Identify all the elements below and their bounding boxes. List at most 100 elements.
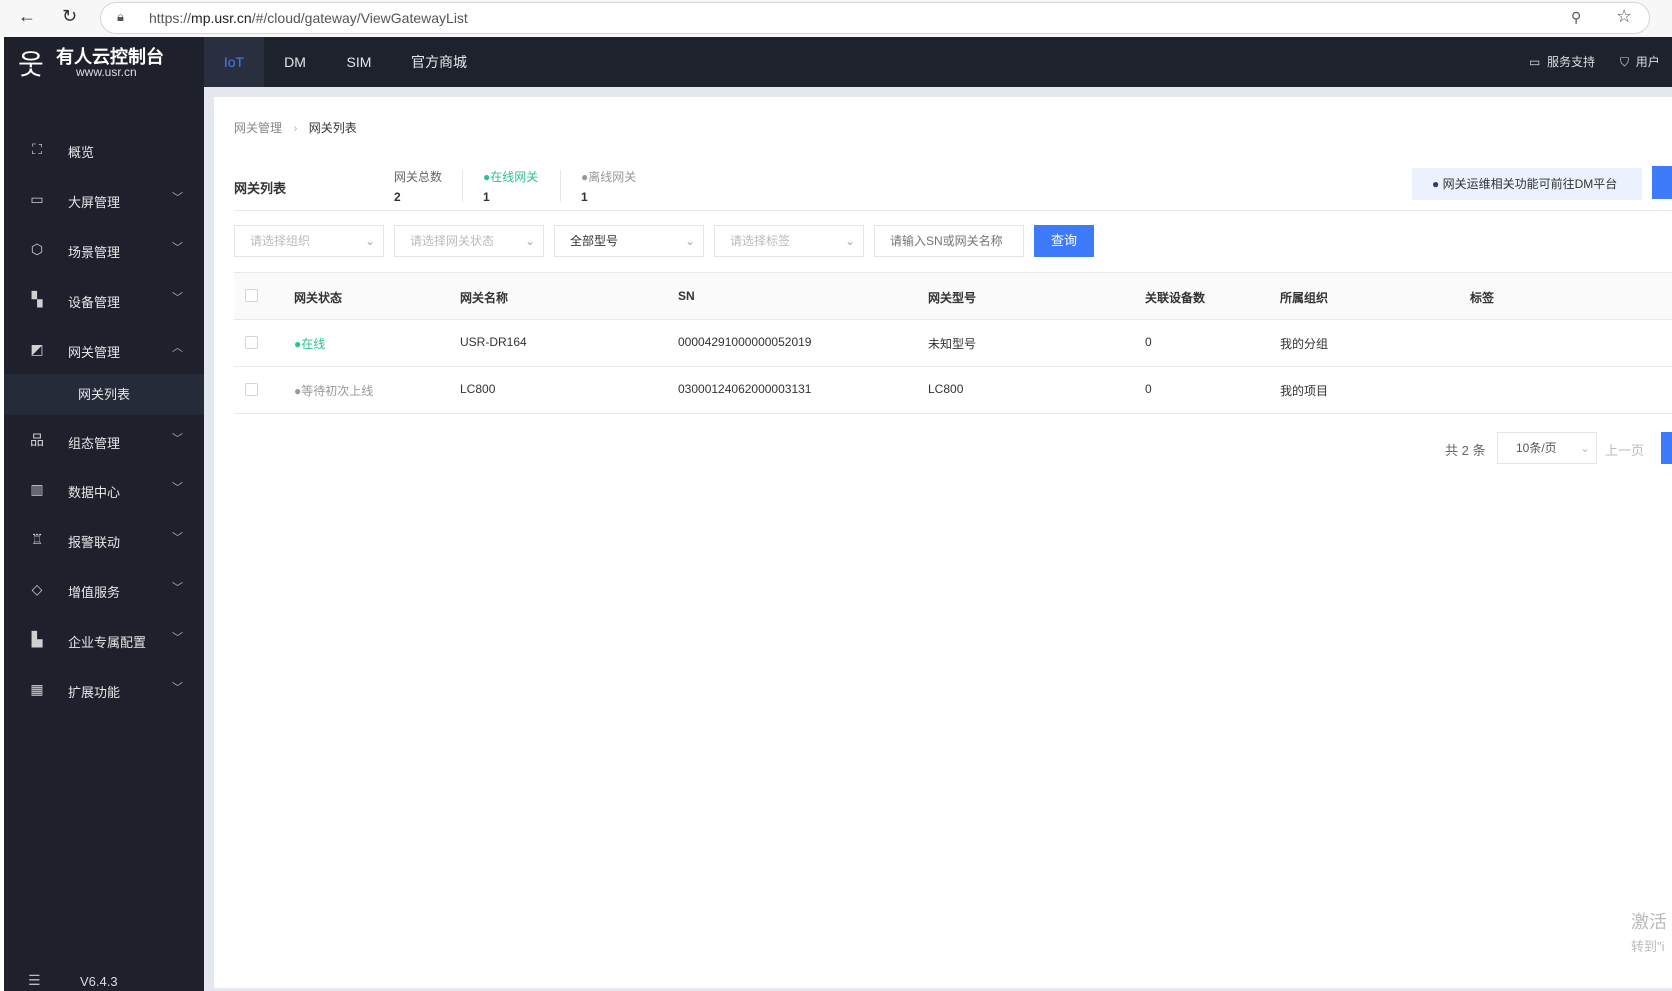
sidebar-item-3[interactable]: ▚ 设备管理 ﹀ (4, 277, 204, 323)
prev-page-button[interactable]: 上一页 (1605, 440, 1644, 459)
divider (462, 170, 463, 202)
row-checkbox[interactable] (245, 383, 258, 396)
sidebar-item-gateway-list[interactable]: 网关列表 (4, 374, 204, 415)
search-input[interactable] (874, 225, 1024, 257)
sidebar-item-7[interactable]: ♖ 报警联动 ﹀ (4, 517, 204, 563)
alarm-icon: ♖ (30, 531, 44, 547)
status-cell: ●在线 (294, 335, 325, 352)
info-icon: ● (1432, 177, 1440, 191)
sidebar-item-label: 网关管理 (68, 345, 121, 360)
stat-offline-value: 1 (581, 190, 588, 204)
sn-cell: 00004291000000052019 (678, 335, 812, 349)
chevron-down-icon: ⌄ (844, 234, 855, 248)
apps-icon: ▦ (30, 681, 44, 697)
browser-bar: ← ↻ 🔒︎ https://mp.usr.cn/#/cloud/gateway… (0, 0, 1672, 37)
sidebar-item-1[interactable]: ▭ 大屏管理 ﹀ (4, 177, 204, 223)
tab-dm[interactable]: DM (264, 37, 326, 87)
page-title: 网关列表 (234, 181, 287, 196)
sidebar-item-10[interactable]: ▦ 扩展功能 ﹀ (4, 667, 204, 713)
name-cell: LC800 (460, 382, 496, 396)
query-button[interactable]: 查询 (1034, 225, 1094, 257)
notice-text: 网关运维相关功能可前往DM平台 (1442, 177, 1618, 191)
row-checkbox[interactable] (245, 336, 258, 349)
watermark-line1: 激活 (1631, 912, 1667, 932)
sidebar-item-9[interactable]: ▙ 企业专属配置 ﹀ (4, 617, 204, 663)
user-link[interactable]: ⛉ 用户 (1620, 53, 1660, 70)
col-devices: 关联设备数 (1145, 291, 1206, 305)
status-text: 等待初次上线 (301, 384, 374, 398)
support-link[interactable]: ▭ 服务支持 (1529, 53, 1595, 70)
breadcrumb-separator-icon: › (293, 121, 298, 135)
monitor-icon: ▭ (30, 191, 44, 207)
chat-icon: ▭ (1529, 55, 1541, 69)
tab-label: 官方商城 (411, 54, 467, 70)
add-gateway-button[interactable] (1652, 166, 1672, 199)
scan-icon: ⛶ (32, 141, 42, 157)
chevron-down-icon: ﹀ (172, 192, 183, 204)
lock-icon[interactable]: 🔒︎ (117, 9, 124, 25)
tab-label: SIM (346, 54, 372, 70)
status-text: 在线 (301, 337, 326, 351)
top-nav: IoT DM SIM 官方商城 ▭ 服务支持 ⛉ 用户 (204, 37, 1672, 87)
building-icon: ▙ (31, 631, 43, 647)
tab-sim[interactable]: SIM (328, 37, 390, 87)
status-placeholder: 请选择网关状态 (410, 234, 495, 248)
tab-store[interactable]: 官方商城 (404, 37, 474, 87)
url-path: /#/cloud/gateway/ViewGatewayList (251, 10, 468, 26)
sidebar-item-8[interactable]: ◇ 增值服务 ﹀ (4, 567, 204, 613)
org-placeholder: 请选择组织 (250, 234, 311, 248)
col-model: 网关型号 (928, 291, 977, 305)
chevron-down-icon: ⌄ (524, 234, 535, 248)
sidebar-item-2[interactable]: ⬡ 场景管理 ﹀ (4, 227, 204, 273)
tab-iot[interactable]: IoT (204, 37, 264, 87)
model-select[interactable]: 全部型号 ⌄ (554, 225, 704, 257)
stat-online-label: 在线网关 (490, 170, 539, 184)
sidebar-item-label: 扩展功能 (68, 685, 121, 700)
chevron-down-icon: ﹀ (172, 682, 183, 694)
stat-offline-label: 离线网关 (588, 170, 637, 184)
chevron-down-icon: ﹀ (172, 242, 183, 254)
chevron-down-icon: ⌄ (684, 234, 695, 248)
logo-subtitle: www.usr.cn (76, 65, 137, 79)
page-1-button[interactable] (1661, 432, 1672, 464)
status-select[interactable]: 请选择网关状态 ⌄ (394, 225, 544, 257)
location-icon[interactable]: ⚲ (1571, 9, 1581, 26)
org-cell: 我的项目 (1280, 384, 1329, 398)
chevron-up-icon: ︿ (172, 342, 183, 354)
col-tag: 标签 (1470, 291, 1495, 305)
page-size-select[interactable]: 10条/页 ⌄ (1497, 432, 1597, 464)
url-host: mp.usr.cn (191, 10, 252, 26)
divider (234, 210, 1672, 211)
sidebar-item-4[interactable]: ◩ 网关管理 ︿ (4, 327, 204, 373)
org-cell: 我的分组 (1280, 337, 1329, 351)
divider (234, 413, 1672, 414)
sidebar-item-5[interactable]: 品 组态管理 ﹀ (4, 418, 204, 464)
tag-select[interactable]: 请选择标签 ⌄ (714, 225, 864, 257)
sidebar-item-label: 概览 (68, 145, 95, 160)
collapse-menu-icon[interactable]: ☰ (28, 972, 41, 989)
status-cell: ●等待初次上线 (294, 382, 373, 399)
sidebar-item-6[interactable]: ▥ 数据中心 ﹀ (4, 467, 204, 513)
breadcrumb-gateway-management[interactable]: 网关管理 (234, 121, 282, 135)
star-icon[interactable]: ☆ (1616, 6, 1632, 27)
chart-icon: ◩ (30, 341, 44, 357)
stat-total-label: 网关总数 (394, 170, 443, 184)
version-label: V6.4.3 (80, 974, 118, 989)
sidebar-item-label: 增值服务 (68, 585, 121, 600)
page-size-value: 10条/页 (1516, 441, 1557, 455)
chevron-down-icon: ⌄ (364, 234, 375, 248)
address-bar[interactable]: 🔒︎ https://mp.usr.cn/#/cloud/gateway/Vie… (100, 2, 1650, 34)
reload-icon[interactable]: ↻ (62, 6, 77, 27)
shield-icon: ⛉ (1620, 55, 1630, 69)
col-org: 所属组织 (1280, 291, 1329, 305)
back-icon[interactable]: ← (18, 6, 36, 27)
sidebar-item-0[interactable]: ⛶ 概览 (4, 127, 204, 173)
tab-label: DM (284, 54, 306, 70)
col-sn: SN (678, 289, 695, 303)
org-select[interactable]: 请选择组织 ⌄ (234, 225, 384, 257)
sidebar-item-label: 报警联动 (68, 535, 121, 550)
chevron-down-icon: ﹀ (172, 292, 183, 304)
select-all-checkbox[interactable] (245, 289, 258, 302)
col-name: 网关名称 (460, 291, 509, 305)
chevron-down-icon: ⌄ (1579, 441, 1590, 455)
